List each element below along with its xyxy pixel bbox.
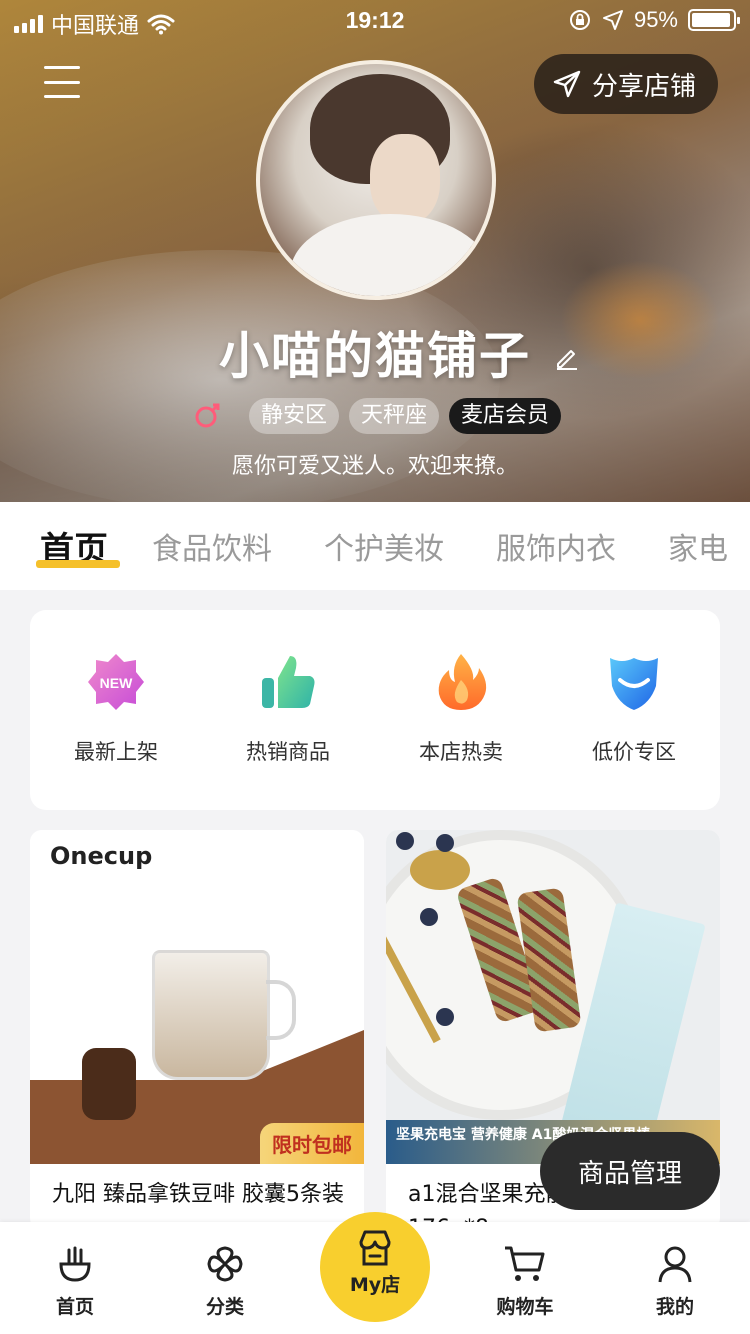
brand-logo: Onecup xyxy=(50,842,153,870)
flower-grid-icon xyxy=(170,1242,280,1286)
female-gender-icon xyxy=(189,398,225,434)
category-label: 本店热卖 xyxy=(419,740,503,764)
tag-membership: 麦店会员 xyxy=(449,398,562,434)
nav-label: 分类 xyxy=(205,1296,244,1318)
tab-appliances[interactable]: 家电 xyxy=(668,524,728,568)
shop-avatar[interactable] xyxy=(256,60,496,300)
product-card[interactable]: Onecup 限时包邮 九阳 臻品拿铁豆啡 胶囊5条装 xyxy=(30,830,364,1230)
nav-mine[interactable]: 我的 xyxy=(620,1242,730,1319)
product-title: 九阳 臻品拿铁豆啡 胶囊5条装 xyxy=(52,1182,344,1207)
tab-personal-care[interactable]: 个护美妆 xyxy=(324,524,444,568)
nav-my-store[interactable]: My店 xyxy=(320,1212,430,1322)
battery-percent: 95% xyxy=(633,7,678,32)
new-badge-icon: NEW xyxy=(84,650,148,714)
battery-icon xyxy=(688,9,740,31)
tag-district: 静安区 xyxy=(248,398,339,434)
category-new-arrivals[interactable]: NEW 最新上架 xyxy=(30,650,202,766)
share-store-button[interactable]: 分享店铺 xyxy=(533,54,718,114)
shop-motto: 愿你可爱又迷人。欢迎来撩。 xyxy=(231,454,518,479)
location-arrow-icon xyxy=(602,10,623,30)
nav-label: 我的 xyxy=(655,1296,694,1318)
nav-category[interactable]: 分类 xyxy=(170,1242,280,1319)
rotation-lock-icon xyxy=(569,10,590,30)
category-store-bestsellers[interactable]: 本店热卖 xyxy=(375,650,547,766)
shop-name: 小喵的猫铺子 xyxy=(219,327,531,385)
category-low-price[interactable]: 低价专区 xyxy=(548,650,720,766)
edit-pencil-icon[interactable] xyxy=(554,344,580,374)
share-store-label: 分享店铺 xyxy=(591,71,696,102)
user-icon xyxy=(620,1242,730,1286)
profile-tags: 静安区 天秤座 麦店会员 xyxy=(0,398,750,434)
tag-zodiac: 天秤座 xyxy=(348,398,439,434)
flame-icon xyxy=(429,650,493,714)
product-image: 坚果充电宝 营养健康 A1酸奶混合坚果棒 xyxy=(386,830,720,1164)
promo-badge: 限时包邮 xyxy=(260,1123,364,1164)
nav-cart[interactable]: 购物车 xyxy=(470,1242,580,1319)
manage-products-button[interactable]: 商品管理 xyxy=(540,1132,720,1210)
category-tabs: 首页 食品饮料 个护美妆 服饰内衣 家电 xyxy=(0,502,750,590)
send-icon xyxy=(553,70,581,98)
active-tab-indicator xyxy=(36,560,120,568)
nav-label: 首页 xyxy=(55,1296,94,1318)
category-label: 低价专区 xyxy=(592,740,676,764)
hamburger-icon xyxy=(44,66,80,69)
nav-label: My店 xyxy=(349,1274,401,1296)
nav-home[interactable]: 首页 xyxy=(20,1242,130,1319)
category-hot-items[interactable]: 热销商品 xyxy=(202,650,374,766)
home-sprout-icon xyxy=(20,1242,130,1286)
tab-food-drinks[interactable]: 食品饮料 xyxy=(152,524,272,568)
category-shortcuts: NEW 最新上架 热销商品 本店热卖 低价专区 xyxy=(30,610,720,810)
category-label: 热销商品 xyxy=(246,740,330,764)
store-icon xyxy=(320,1228,430,1268)
shopping-cart-icon xyxy=(470,1242,580,1286)
nav-label: 购物车 xyxy=(496,1296,554,1318)
status-bar: 中国联通 19:12 95% xyxy=(0,0,750,40)
discount-shield-icon xyxy=(602,650,666,714)
tab-apparel[interactable]: 服饰内衣 xyxy=(496,524,616,568)
product-image: Onecup 限时包邮 xyxy=(30,830,364,1164)
svg-text:NEW: NEW xyxy=(100,675,133,691)
thumbs-up-icon xyxy=(256,650,320,714)
menu-button[interactable] xyxy=(44,66,80,98)
category-label: 最新上架 xyxy=(74,740,158,764)
